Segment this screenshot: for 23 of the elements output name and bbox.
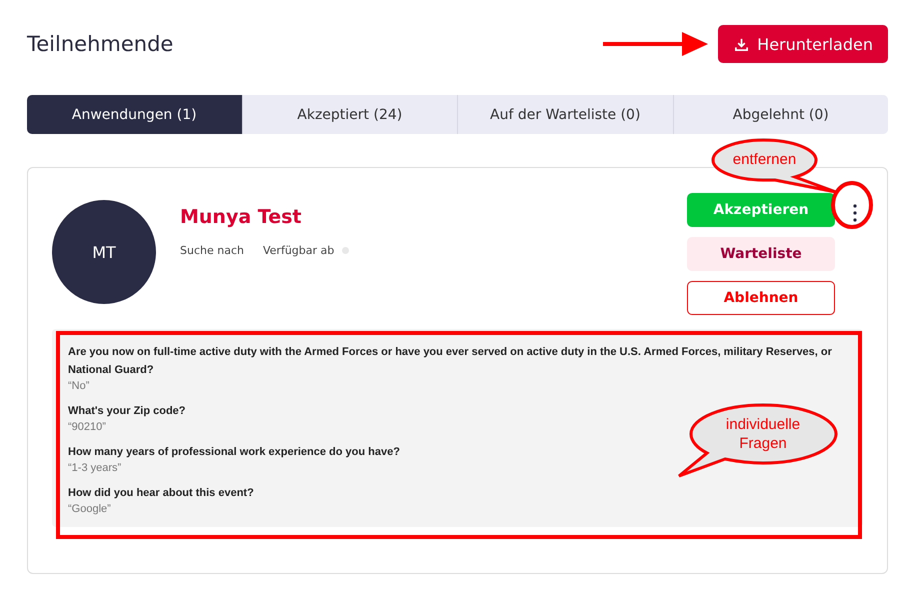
meta-label: Verfügbar ab: [262, 244, 334, 257]
waitlist-button[interactable]: Warteliste: [687, 237, 835, 271]
tab[interactable]: Anwendungen (1): [27, 95, 242, 134]
avatar: MT: [52, 200, 156, 304]
answer-text: “90210”: [68, 420, 106, 435]
question-text: What's your Zip code?: [68, 404, 186, 419]
reject-button[interactable]: Ablehnen: [687, 281, 835, 315]
question-text: Are you now on full-time active duty with the Armed Forces or have you ever served on active duty in the U.S. Armed Forces, military Reserves, or National Guard?: [68, 345, 833, 378]
tab[interactable]: Abgelehnt (0): [672, 95, 888, 134]
callout-text: individuelle Fragen: [724, 415, 802, 453]
kebab-icon: [853, 204, 857, 222]
answer-text: “No”: [68, 379, 90, 394]
download-icon: [734, 36, 750, 52]
applicant-name: Munya Test: [180, 206, 302, 228]
question-text: How many years of professional work experience do you have?: [68, 445, 400, 460]
meta-label: Suche nach: [180, 244, 244, 257]
page-title: Teilnehmende: [27, 32, 174, 56]
highlight-circle: [831, 181, 873, 229]
question-text: How did you hear about this event?: [68, 486, 254, 501]
download-button[interactable]: Herunterladen: [718, 25, 888, 63]
answer-text: “Google”: [68, 502, 111, 517]
answer-text: “1-3 years”: [68, 461, 122, 476]
callout-text: entfernen: [732, 150, 798, 169]
